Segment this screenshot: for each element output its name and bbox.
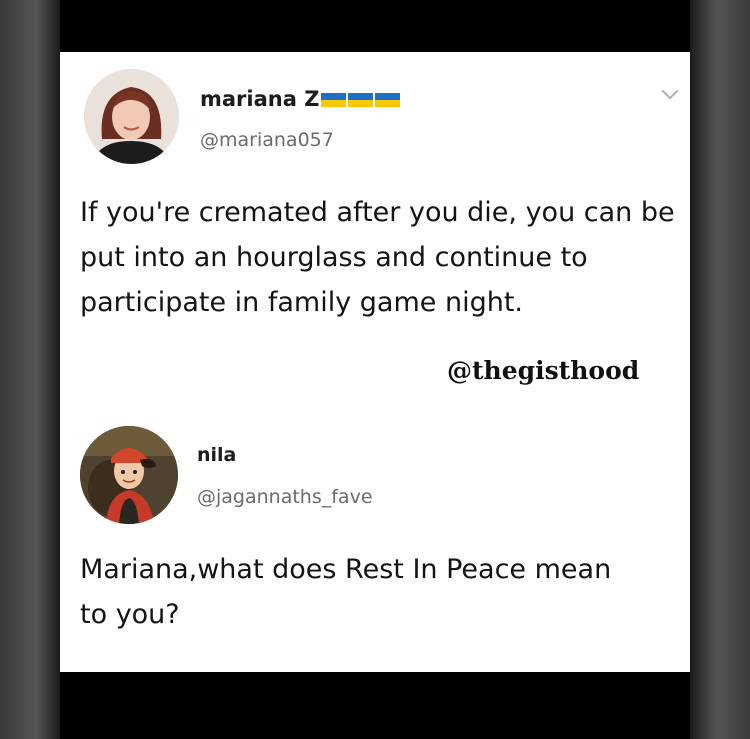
flag-icons (321, 93, 401, 107)
watermark: @thegisthood (447, 356, 640, 385)
post-text: If you're cremated after you die, you ca… (80, 197, 675, 318)
tweet-screenshot-card: mariana Z @mariana057 If you're cremated… (60, 52, 690, 672)
woman-portrait-icon (84, 69, 179, 164)
bottom-black-bar (60, 672, 690, 739)
reply-author-handle[interactable]: @jagannaths_fave (197, 486, 373, 508)
top-black-bar (60, 0, 690, 52)
ukraine-flag-icon (375, 93, 401, 107)
reply-author-name[interactable]: nila (197, 444, 236, 466)
cartoon-character-icon (80, 426, 178, 524)
ukraine-flag-icon (321, 93, 347, 107)
left-blurred-border (0, 0, 60, 739)
right-blurred-border (690, 0, 750, 739)
reply-text: Mariana,what does Rest In Peace mean to … (80, 554, 612, 630)
nila-avatar[interactable] (80, 426, 178, 524)
ukraine-flag-icon (348, 93, 374, 107)
post-author-handle[interactable]: @mariana057 (200, 129, 334, 151)
post-author-name-text: mariana Z (200, 87, 320, 111)
post-author-name[interactable]: mariana Z (200, 87, 401, 111)
mariana-avatar[interactable] (84, 69, 179, 164)
chevron-down-icon[interactable] (661, 82, 679, 100)
